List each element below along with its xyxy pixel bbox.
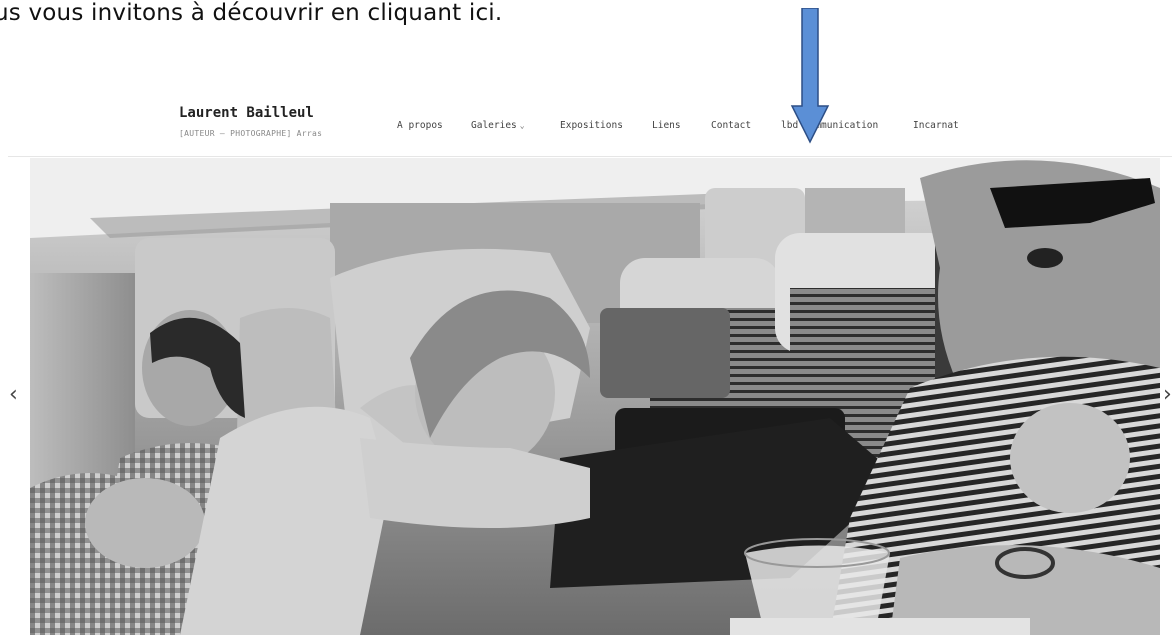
- site-title[interactable]: Laurent Bailleul: [179, 105, 314, 121]
- intro-text[interactable]: us vous invitons à découvrir en cliquant…: [0, 0, 502, 26]
- nav-item-expositions[interactable]: Expositions: [560, 120, 623, 131]
- nav-item-a-propos[interactable]: A propos: [397, 120, 443, 131]
- site-tagline: [AUTEUR – PHOTOGRAPHE] Arras: [179, 129, 323, 138]
- nav-item-liens[interactable]: Liens: [652, 120, 681, 131]
- nav-item-contact[interactable]: Contact: [711, 120, 751, 131]
- gallery-photo: [30, 158, 1160, 635]
- nav-item-incarnat[interactable]: Incarnat: [913, 120, 959, 131]
- chevron-down-icon: ⌄: [519, 121, 525, 130]
- header-divider: [8, 156, 1172, 157]
- gallery-slider[interactable]: [30, 158, 1160, 635]
- nav-item-galeries-label: Galeries: [471, 120, 517, 131]
- gallery-prev-button[interactable]: ‹: [9, 382, 18, 407]
- site-header: Laurent Bailleul [AUTEUR – PHOTOGRAPHE] …: [0, 95, 1172, 157]
- annotation-arrow-icon: [790, 8, 830, 144]
- gallery-next-button[interactable]: ›: [1163, 382, 1172, 407]
- screenshot-stage: us vous invitons à découvrir en cliquant…: [0, 0, 1172, 635]
- nav-item-galeries[interactable]: Galeries ⌄: [471, 120, 525, 131]
